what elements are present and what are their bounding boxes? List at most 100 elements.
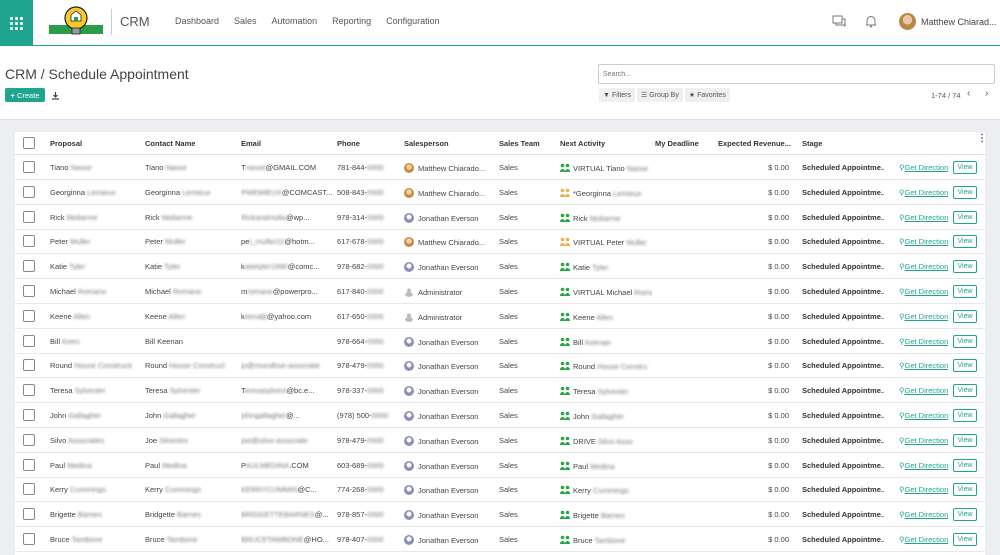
pager-value[interactable]: 1-74 / 74	[931, 91, 961, 100]
view-button[interactable]: View	[953, 210, 977, 224]
search-input[interactable]	[599, 65, 994, 83]
next-activity-cell[interactable]: VIRTUAL Peter Muller	[560, 237, 652, 247]
table-row[interactable]: Tiano Nasse Tiano Nasse Tnasse@GMAIL.COM 78…	[15, 155, 985, 180]
row-checkbox[interactable]	[23, 210, 35, 223]
table-row[interactable]: Rick Moliarme Rick Moliarme Rickandmolia@w…	[15, 205, 985, 230]
app-brand[interactable]: CRM	[120, 14, 150, 29]
next-activity-cell[interactable]: Paul Medina	[560, 461, 652, 471]
group-by-button[interactable]: ☰ Group By	[637, 88, 683, 102]
table-row[interactable]: Paul Medina Paul Medina PAULMEDINA.COM 603-…	[15, 453, 985, 478]
row-checkbox[interactable]	[23, 458, 35, 471]
row-checkbox[interactable]	[23, 409, 35, 421]
menu-sales[interactable]: Sales	[234, 16, 257, 26]
row-checkbox[interactable]	[23, 483, 35, 496]
view-button[interactable]: View	[953, 334, 977, 348]
row-checkbox[interactable]	[23, 433, 35, 446]
company-logo[interactable]	[47, 5, 105, 39]
get-direction-link[interactable]: ⚲Get Direction	[899, 262, 948, 271]
next-activity-cell[interactable]: Brigette Barnes	[560, 510, 652, 520]
get-direction-link[interactable]: ⚲Get Direction	[899, 535, 948, 544]
table-row[interactable]: John Gallagher John Gallagher johngallaghe…	[15, 403, 985, 428]
header-my-deadline[interactable]: My Deadline	[655, 139, 699, 148]
get-direction-link[interactable]: ⚲Get Direction	[899, 510, 948, 519]
user-name[interactable]: Matthew Chiarad...	[921, 17, 997, 27]
header-expected-revenue[interactable]: Expected Revenue...	[718, 139, 798, 148]
view-button[interactable]: View	[953, 309, 977, 323]
view-button[interactable]: View	[953, 433, 977, 447]
header-stage[interactable]: Stage	[802, 139, 822, 148]
next-activity-cell[interactable]: VIRTUAL Michael Romano	[560, 287, 652, 297]
table-row[interactable]: Kerry Cummings Kerry Cummings KERRYCUMMIN@…	[15, 477, 985, 503]
download-button[interactable]	[48, 88, 63, 102]
view-button[interactable]: View	[953, 533, 977, 546]
get-direction-link[interactable]: ⚲Get Direction	[899, 213, 948, 222]
header-proposal[interactable]: Proposal	[50, 139, 82, 148]
chat-icon[interactable]	[832, 15, 846, 27]
next-activity-cell[interactable]: *Georginna Lemieux	[560, 188, 652, 198]
row-checkbox[interactable]	[23, 533, 35, 545]
get-direction-link[interactable]: ⚲Get Direction	[899, 337, 948, 346]
menu-reporting[interactable]: Reporting	[332, 16, 371, 26]
next-activity-cell[interactable]: Katie Tyler	[560, 262, 652, 272]
table-row[interactable]: Peter Muller Peter Muller pet_muller22@hot…	[15, 229, 985, 255]
header-salesperson[interactable]: Salesperson	[404, 139, 449, 148]
table-row[interactable]: Bruce Tambone Bruce Tambone BRUCETAMBONE@H…	[15, 527, 985, 552]
row-checkbox[interactable]	[23, 185, 35, 198]
menu-dashboard[interactable]: Dashboard	[175, 16, 219, 26]
header-sales-team[interactable]: Sales Team	[499, 139, 540, 148]
header-phone[interactable]: Phone	[337, 139, 360, 148]
row-checkbox[interactable]	[23, 235, 35, 248]
chevron-left-icon[interactable]: ‹	[967, 88, 970, 99]
get-direction-link[interactable]: ⚲Get Direction	[899, 485, 948, 494]
table-row[interactable]: Round House Constructi Round House Constr…	[15, 353, 985, 379]
app-menu-button[interactable]	[0, 0, 33, 46]
view-button[interactable]: View	[953, 285, 977, 298]
view-button[interactable]: View	[953, 508, 977, 522]
view-button[interactable]: View	[953, 384, 977, 398]
view-button[interactable]: View	[953, 161, 977, 174]
bell-icon[interactable]	[865, 15, 877, 28]
get-direction-link[interactable]: ⚲Get Direction	[899, 237, 948, 246]
next-activity-cell[interactable]: Bruce Tambone	[560, 535, 652, 545]
table-row[interactable]: Katie Tyler Katie Tyler katietyler1990@com…	[15, 254, 985, 280]
get-direction-link[interactable]: ⚲Get Direction	[899, 312, 948, 321]
row-checkbox[interactable]	[23, 384, 35, 397]
get-direction-link[interactable]: ⚲Get Direction	[899, 188, 948, 197]
view-button[interactable]: View	[953, 458, 977, 472]
table-row[interactable]: Silvo Associates Joe Silvestro joe@silvo-a…	[15, 428, 985, 453]
create-button[interactable]: + Create	[5, 88, 45, 102]
search-box[interactable]	[598, 64, 995, 84]
table-row[interactable]: Bill Keen Bill Keenan 978-664-0000 Jonatha…	[15, 329, 985, 354]
header-email[interactable]: Email	[241, 139, 261, 148]
next-activity-cell[interactable]: Keene Allen	[560, 312, 652, 322]
get-direction-link[interactable]: ⚲Get Direction	[899, 461, 948, 470]
select-all-checkbox[interactable]	[23, 137, 35, 149]
get-direction-link[interactable]: ⚲Get Direction	[899, 436, 948, 445]
optional-columns-icon[interactable]: ⋮	[977, 133, 985, 144]
view-button[interactable]: View	[953, 359, 977, 373]
next-activity-cell[interactable]: DRIVE Silvo Asso	[560, 436, 652, 446]
chevron-right-icon[interactable]: ›	[985, 88, 988, 99]
next-activity-cell[interactable]: Bill Keenan	[560, 337, 652, 347]
table-row[interactable]: Keene Allen Keene Allen keenaljt@yahoo.com…	[15, 304, 985, 329]
row-checkbox[interactable]	[23, 285, 35, 297]
header-contact-name[interactable]: Contact Name	[145, 139, 195, 148]
view-button[interactable]: View	[953, 483, 977, 497]
view-button[interactable]: View	[953, 185, 977, 199]
view-button[interactable]: View	[953, 235, 977, 249]
get-direction-link[interactable]: ⚲Get Direction	[899, 411, 948, 420]
view-button[interactable]: View	[953, 409, 977, 422]
row-checkbox[interactable]	[23, 508, 35, 521]
header-next-activity[interactable]: Next Activity	[560, 139, 605, 148]
view-button[interactable]: View	[953, 260, 977, 274]
table-row[interactable]: Teresa Sylvester Teresa Sylvester Teresasy…	[15, 378, 985, 404]
table-row[interactable]: Georginna Lemieux Georginna Lemieux PWEMIE…	[15, 180, 985, 205]
user-avatar[interactable]	[899, 13, 916, 30]
next-activity-cell[interactable]: VIRTUAL Tiano Nasse	[560, 163, 652, 173]
filters-button[interactable]: ▼ Filters	[599, 88, 635, 102]
get-direction-link[interactable]: ⚲Get Direction	[899, 361, 948, 370]
menu-configuration[interactable]: Configuration	[386, 16, 440, 26]
table-row[interactable]: Michael Romano Michael Romano mromano@powe…	[15, 279, 985, 304]
row-checkbox[interactable]	[23, 260, 35, 273]
next-activity-cell[interactable]: Teresa Sylvester	[560, 386, 652, 396]
